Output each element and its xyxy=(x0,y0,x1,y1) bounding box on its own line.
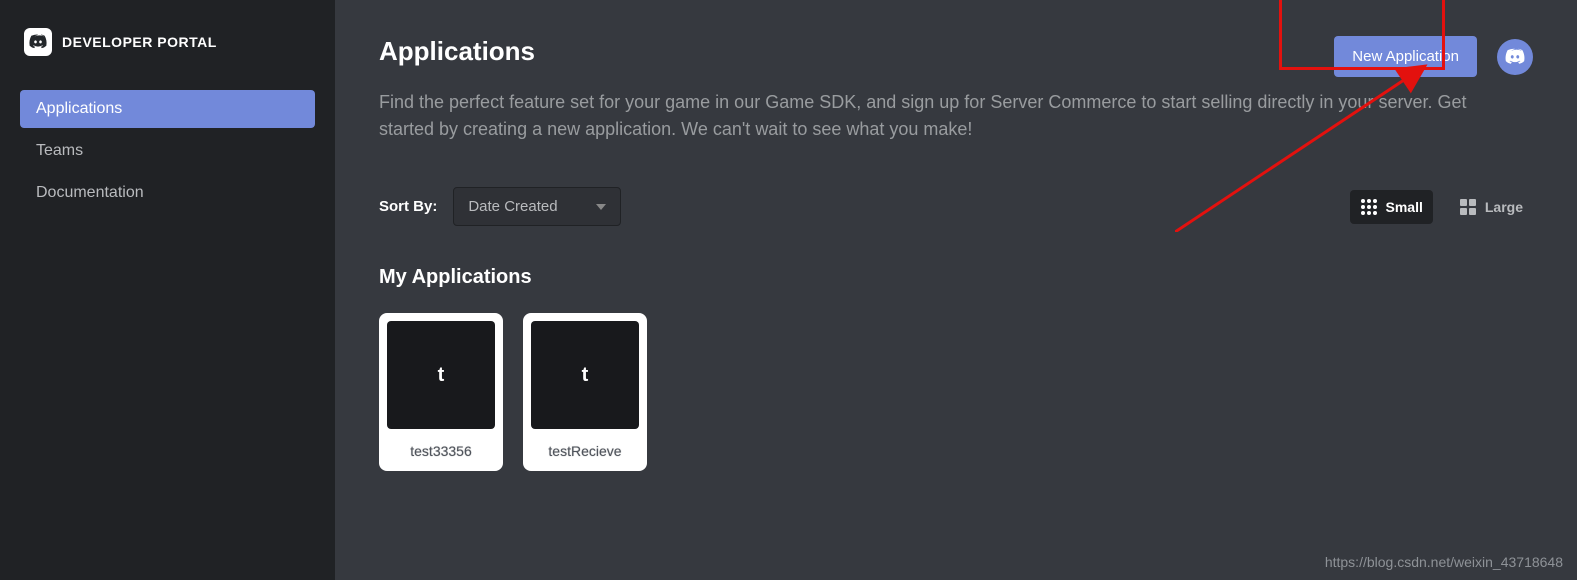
app-thumb: t xyxy=(387,321,495,429)
app-name: testRecieve xyxy=(531,443,639,459)
grid-small-icon xyxy=(1360,198,1378,216)
grid-large-icon xyxy=(1459,198,1477,216)
page-description: Find the perfect feature set for your ga… xyxy=(379,89,1499,143)
brand-title: DEVELOPER PORTAL xyxy=(62,34,217,50)
discord-avatar-icon xyxy=(1504,46,1526,68)
view-small-label: Small xyxy=(1386,199,1423,215)
view-large-label: Large xyxy=(1485,199,1523,215)
new-application-button[interactable]: New Application xyxy=(1334,36,1477,77)
sort-selected-value: Date Created xyxy=(468,198,557,215)
sidebar-item-documentation[interactable]: Documentation xyxy=(20,174,315,212)
avatar[interactable] xyxy=(1497,39,1533,75)
sidebar-item-teams[interactable]: Teams xyxy=(20,132,315,170)
brand: DEVELOPER PORTAL xyxy=(20,28,315,56)
watermark: https://blog.csdn.net/weixin_43718648 xyxy=(1325,554,1563,570)
topbar: Applications New Application xyxy=(379,36,1533,89)
main-content: Applications New Application Find the pe… xyxy=(335,0,1577,580)
toolbar: Sort By: Date Created Small Large xyxy=(379,187,1533,226)
nav-list: Applications Teams Documentation xyxy=(20,90,315,212)
page-title: Applications xyxy=(379,36,535,67)
chevron-down-icon xyxy=(596,204,606,210)
app-name: test33356 xyxy=(387,443,495,459)
section-my-applications: My Applications xyxy=(379,266,1533,289)
app-thumb: t xyxy=(531,321,639,429)
view-toggles: Small Large xyxy=(1350,190,1533,224)
sort-by-select[interactable]: Date Created xyxy=(453,187,621,226)
view-large-button[interactable]: Large xyxy=(1449,190,1533,224)
view-small-button[interactable]: Small xyxy=(1350,190,1433,224)
app-grid: t test33356 t testRecieve xyxy=(379,313,1533,471)
app-card[interactable]: t testRecieve xyxy=(523,313,647,471)
sort-by-label: Sort By: xyxy=(379,198,437,215)
sidebar-item-applications[interactable]: Applications xyxy=(20,90,315,128)
app-card[interactable]: t test33356 xyxy=(379,313,503,471)
sidebar: DEVELOPER PORTAL Applications Teams Docu… xyxy=(0,0,335,580)
top-actions: New Application xyxy=(1334,36,1533,77)
discord-logo-icon xyxy=(24,28,52,56)
